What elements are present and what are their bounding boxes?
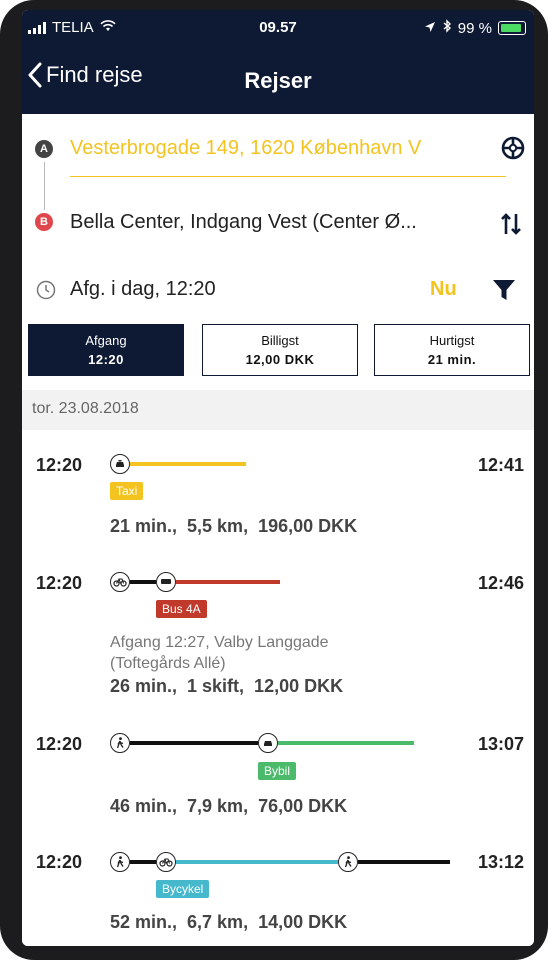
walk-leg-line <box>130 860 156 864</box>
bus-leg-line <box>176 580 280 584</box>
trip-summary: 52 min., 6,7 km, 14,00 DKK <box>110 912 348 932</box>
trip-arrival: 13:12 <box>477 852 524 872</box>
filter-icon[interactable] <box>492 278 516 307</box>
now-button[interactable]: Nu <box>430 278 457 301</box>
nav-bar: Find rejse Rejser <box>22 48 534 114</box>
tab-afgang-value: 12:20 <box>88 352 124 367</box>
trip-summary: 21 min., 5,5 km, 196,00 DKK <box>110 516 358 536</box>
location-arrow-icon <box>424 20 436 37</box>
tab-hurtigst-value: 21 min. <box>427 352 477 367</box>
route-connector <box>44 162 45 210</box>
trip-departure: 12:20 <box>36 455 83 475</box>
trip-row-taxi[interactable]: 12:20 12:41 Taxi 21 min., 5,5 km, 196,00… <box>22 430 534 553</box>
taxi-icon <box>110 454 130 474</box>
clock-icon <box>36 280 56 305</box>
date-header: tor. 23.08.2018 <box>22 390 534 430</box>
mode-badge-bus: Bus 4A <box>156 600 207 618</box>
trip-departure: 12:20 <box>36 734 83 754</box>
trip-arrival: 13:07 <box>477 734 524 754</box>
trip-departure-note-line1: Afgang 12:27, Valby Langgade <box>110 634 329 651</box>
mode-badge-bycykel: Bycykel <box>156 880 210 898</box>
status-bar: TELIA 09.57 99 % <box>22 10 534 48</box>
bybil-leg-line <box>278 741 414 745</box>
bicycle-icon <box>110 572 130 592</box>
bycykel-leg-line <box>176 860 338 864</box>
trip-search-panel: A B Vesterbrogade 149, 1620 København V … <box>22 114 534 322</box>
tab-billigst-label: Billigst <box>261 333 299 348</box>
tab-afgang[interactable]: Afgang 12:20 <box>28 324 184 376</box>
battery-icon <box>498 21 526 35</box>
date-label: tor. 23.08.2018 <box>32 400 139 417</box>
walking-icon <box>338 852 358 872</box>
locate-me-icon[interactable] <box>500 135 526 166</box>
origin-field[interactable]: Vesterbrogade 149, 1620 København V <box>70 137 470 160</box>
sort-tabs: Afgang 12:20 Billigst 12,00 DKK Hurtigst… <box>22 322 534 390</box>
bluetooth-icon <box>442 19 452 37</box>
trip-summary: 26 min., 1 skift, 12,00 DKK <box>110 676 344 696</box>
destination-field[interactable]: Bella Center, Indgang Vest (Center Ø... <box>70 211 470 234</box>
mode-badge-taxi: Taxi <box>110 482 144 500</box>
swap-arrows-icon[interactable] <box>500 212 522 241</box>
origin-field-underline <box>70 176 506 177</box>
origin-marker-icon: A <box>35 140 53 158</box>
trip-row-bycykel[interactable]: 12:20 13:12 Bycykel 52 min., 6,7 km, 14,… <box>22 826 534 946</box>
tab-billigst[interactable]: Billigst 12,00 DKK <box>202 324 358 376</box>
tab-hurtigst[interactable]: Hurtigst 21 min. <box>374 324 530 376</box>
car-icon <box>258 733 278 753</box>
bike-leg-line <box>130 580 156 584</box>
phone-frame: TELIA 09.57 99 % Find rejse Rejser A B V… <box>0 0 548 960</box>
trip-row-bybil[interactable]: 12:20 13:07 Bybil 46 min., 7,9 km, 76,00… <box>22 710 534 827</box>
taxi-leg-line <box>130 462 246 466</box>
destination-marker-icon: B <box>35 213 53 231</box>
app-screen: TELIA 09.57 99 % Find rejse Rejser A B V… <box>22 10 534 946</box>
walking-icon <box>110 733 130 753</box>
mode-badge-bybil: Bybil <box>258 762 297 780</box>
trip-summary: 46 min., 7,9 km, 76,00 DKK <box>110 796 348 816</box>
bicycle-icon <box>156 852 176 872</box>
trip-arrival: 12:41 <box>477 455 524 475</box>
battery-percent: 99 % <box>457 19 492 37</box>
page-title: Rejser <box>244 68 312 93</box>
tab-billigst-value: 12,00 DKK <box>245 352 315 367</box>
trip-departure-note-line2: (Toftegårds Allé) <box>110 655 226 672</box>
trip-arrival: 12:46 <box>477 573 524 593</box>
walking-icon <box>110 852 130 872</box>
trip-row-bus[interactable]: 12:20 12:46 Bus 4A Afgang 12:27, Valby L… <box>22 552 534 711</box>
trip-departure: 12:20 <box>36 852 83 872</box>
tab-hurtigst-label: Hurtigst <box>429 333 475 348</box>
trip-departure-note: Afgang 12:27, Valby Langgade (Toftegårds… <box>110 632 329 674</box>
departure-time-field[interactable]: Afg. i dag, 12:20 <box>70 278 216 301</box>
bus-icon <box>156 572 176 592</box>
trip-departure: 12:20 <box>36 573 83 593</box>
walk-leg-line <box>358 860 450 864</box>
walk-leg-line <box>130 741 258 745</box>
tab-afgang-label: Afgang <box>85 333 127 348</box>
